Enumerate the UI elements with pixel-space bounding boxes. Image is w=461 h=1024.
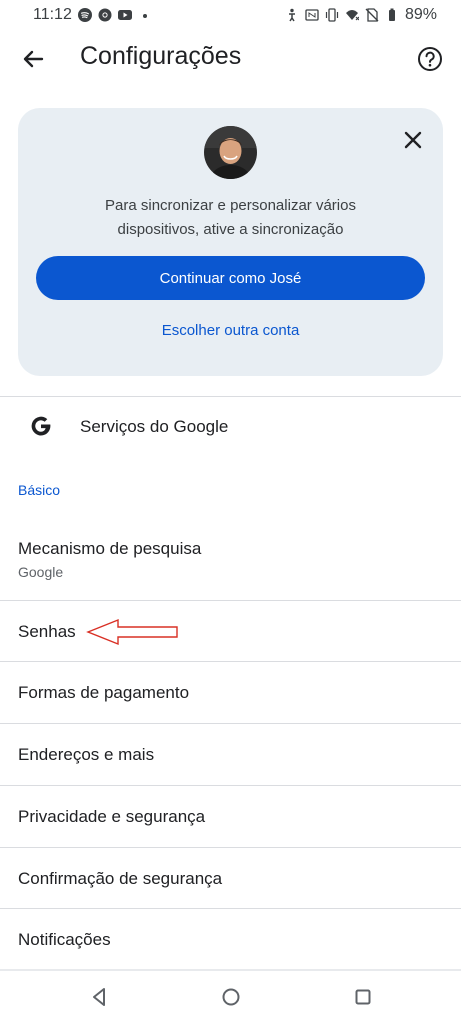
help-icon[interactable] [415,44,445,74]
addresses-label: Endereços e mais [18,745,155,764]
status-time: 11:12 [33,6,72,23]
passwords-item[interactable]: Senhas [0,601,461,661]
safety-check-label: Confirmação de segurança [18,869,223,888]
choose-other-account-link[interactable]: Escolher outra conta [18,322,443,339]
annotation-arrow-icon [86,618,178,646]
close-icon[interactable] [401,128,425,152]
privacy-item[interactable]: Privacidade e segurança [0,786,461,847]
search-engine-item[interactable]: Mecanismo de pesquisa Google [0,522,461,598]
app-bar: Configurações [0,30,461,88]
payment-methods-label: Formas de pagamento [18,683,190,702]
youtube-icon [118,10,132,20]
continue-as-button[interactable]: Continuar como José [36,256,425,300]
system-nav-bar [0,972,461,1024]
nav-back-icon[interactable] [86,984,112,1010]
privacy-label: Privacidade e segurança [18,807,206,826]
nav-recents-icon[interactable] [350,984,376,1010]
google-g-icon [31,416,51,436]
section-header-basic: Básico [18,482,61,498]
vibrate-icon [325,8,339,22]
chrome-icon [98,8,112,22]
wifi-icon [346,10,359,21]
spotify-icon [78,8,92,22]
accessibility-icon [289,8,295,22]
status-bar: 11:12 89% [0,0,461,30]
battery-icon [389,8,395,21]
google-services-item[interactable]: Serviços do Google [0,398,461,456]
passwords-label: Senhas [18,622,76,641]
search-engine-label: Mecanismo de pesquisa [18,539,202,558]
sync-promo-text: Para sincronizar e personalizar vários d… [18,194,443,242]
payment-methods-item[interactable]: Formas de pagamento [0,662,461,723]
google-services-label: Serviços do Google [80,417,229,436]
sync-promo-line-1: Para sincronizar e personalizar vários [105,197,356,214]
dot-icon [143,14,147,18]
search-engine-value: Google [18,564,64,580]
notifications-item[interactable]: Notificações [0,909,461,969]
no-sim-icon [365,8,379,22]
battery-percentage: 89% [404,6,437,23]
sync-promo-line-2: dispositivos, ative a sincronização [117,221,344,238]
back-arrow-icon[interactable] [18,44,48,74]
avatar [204,126,257,179]
nav-home-icon[interactable] [218,984,244,1010]
divider [0,396,461,397]
nfc-icon [305,9,319,21]
safety-check-item[interactable]: Confirmação de segurança [0,848,461,909]
sync-promo-card: Para sincronizar e personalizar vários d… [18,108,443,376]
addresses-item[interactable]: Endereços e mais [0,724,461,785]
notifications-label: Notificações [18,930,111,949]
divider [0,969,461,971]
page-title: Configurações [80,42,242,70]
